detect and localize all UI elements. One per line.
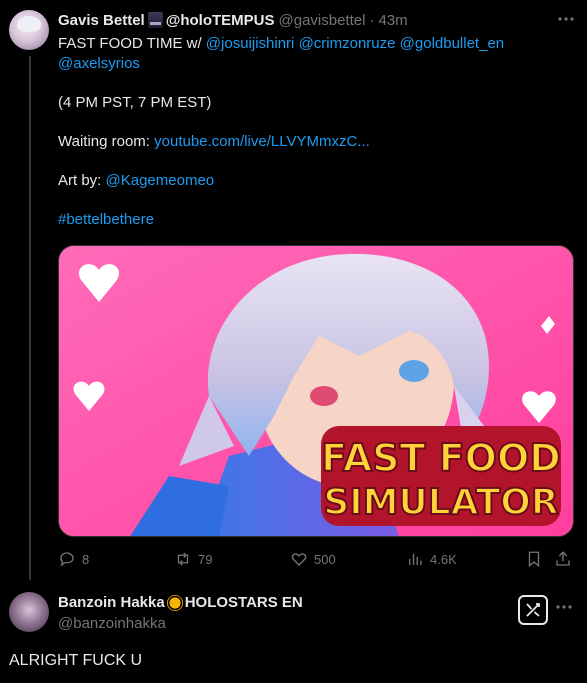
bookmark-button[interactable] — [525, 548, 543, 570]
artist-mention-link[interactable]: @Kagemeomeo — [106, 172, 215, 189]
waiting-room-label: Waiting room: — [58, 133, 155, 150]
timestamp[interactable]: 43m — [378, 12, 407, 29]
repost-icon — [177, 552, 189, 566]
separator: · — [369, 11, 375, 29]
youtube-link[interactable]: youtube.com/live/LLVYMmxzC... — [154, 133, 370, 150]
reply-button[interactable]: 8 — [58, 548, 89, 570]
tweet-text: ALRIGHT FUCK U — [9, 652, 143, 669]
mention-link[interactable]: @axelsyrios — [58, 55, 140, 72]
sun-emoji-icon — [169, 596, 181, 609]
author-handle[interactable]: @banzoinhakka — [58, 615, 166, 632]
tweet-actions: 8 79 500 4.6K — [58, 548, 574, 570]
svg-text:FAST FOOD: FAST FOOD — [321, 436, 561, 480]
tweet-gavis-bettel[interactable]: Gavis Bettel @holoTEMPUS @gavisbettel · … — [0, 0, 587, 580]
more-options-icon[interactable] — [555, 598, 573, 616]
author-name[interactable]: Banzoin Hakka — [58, 594, 165, 611]
share-icon — [556, 551, 570, 566]
reply-count: 8 — [82, 551, 90, 567]
heart-icon — [291, 553, 307, 566]
svg-text:SIMULATOR: SIMULATOR — [323, 482, 558, 523]
avatar[interactable] — [9, 592, 49, 632]
views-chart-icon — [409, 553, 422, 565]
author-name-suffix[interactable]: @holoTEMPUS — [166, 12, 275, 29]
game-title-logo: FAST FOOD SIMULATOR — [320, 426, 562, 526]
like-count: 500 — [314, 551, 336, 567]
schedule-text: (4 PM PST, 7 PM EST) — [58, 94, 212, 111]
views-button[interactable]: 4.6K — [406, 548, 457, 570]
share-button[interactable] — [554, 548, 572, 570]
text-intro: FAST FOOD TIME w/ — [58, 35, 206, 52]
thread-line — [29, 56, 31, 580]
hashtag-link[interactable]: #bettelbethere — [58, 211, 154, 228]
avatar[interactable] — [9, 10, 49, 50]
author-name-suffix[interactable]: HOLOSTARS EN — [185, 594, 303, 611]
tweet-text: FAST FOOD TIME w/ @josuijishinri @crimzo… — [58, 34, 573, 230]
mention-link[interactable]: @crimzonruze — [299, 35, 396, 52]
mention-link[interactable]: @josuijishinri — [206, 35, 295, 52]
author-handle[interactable]: @gavisbettel — [279, 12, 366, 29]
reply-icon — [60, 552, 74, 567]
tweet-header: Gavis Bettel @holoTEMPUS @gavisbettel · … — [58, 10, 408, 30]
author-name[interactable]: Gavis Bettel — [58, 12, 145, 29]
author-name-row: Banzoin Hakka HOLOSTARS EN — [58, 594, 303, 611]
bookmark-icon — [528, 551, 540, 568]
tablet-emoji-icon — [147, 12, 163, 28]
repost-button[interactable]: 79 — [174, 548, 212, 570]
art-by-label: Art by: — [58, 172, 106, 189]
repost-count: 79 — [198, 551, 213, 567]
more-options-icon[interactable] — [557, 10, 575, 28]
view-count: 4.6K — [430, 551, 457, 567]
grok-icon[interactable] — [518, 595, 548, 625]
mention-link[interactable]: @goldbullet_en — [400, 35, 504, 52]
like-button[interactable]: 500 — [290, 548, 336, 570]
tweet-media-image[interactable]: FAST FOOD SIMULATOR — [58, 245, 574, 537]
